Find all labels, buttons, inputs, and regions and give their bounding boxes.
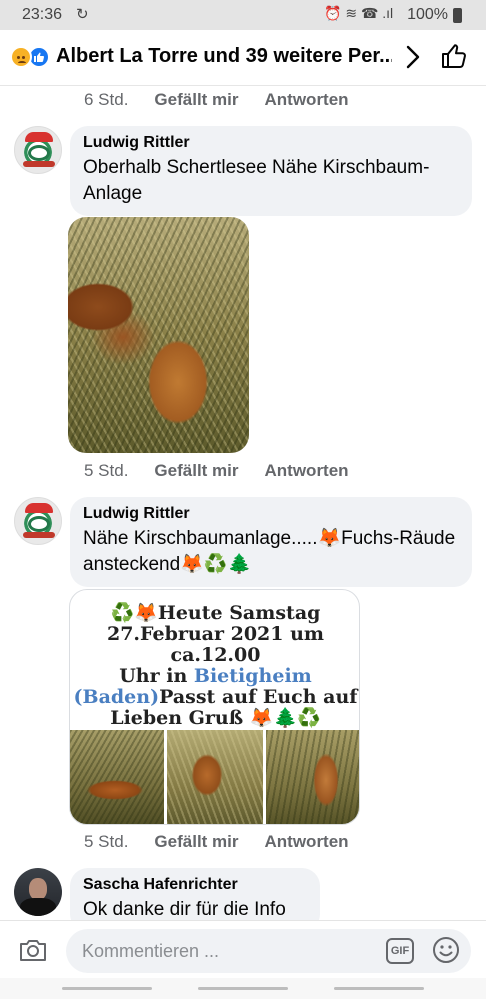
reply-comment-button[interactable]: Antworten (265, 90, 349, 110)
reply-comment-button[interactable]: Antworten (265, 832, 349, 852)
like-comment-button[interactable]: Gefällt mir (154, 832, 238, 852)
comment-author[interactable]: Ludwig Rittler (83, 505, 459, 523)
reply-comment-button[interactable]: Antworten (265, 461, 349, 481)
poster-text: ♻️🦊Heute Samstag 27.Februar 2021 um ca.1… (70, 590, 359, 730)
poster-line: ♻️🦊Heute Samstag (110, 602, 321, 624)
reactions-title[interactable]: Albert La Torre und 39 weitere Per... (56, 45, 392, 68)
comment-image-card[interactable]: ♻️🦊Heute Samstag 27.Februar 2021 um ca.1… (69, 589, 360, 825)
comment-author[interactable]: Ludwig Rittler (83, 134, 459, 152)
status-time: 23:36 (22, 6, 63, 23)
status-icons: ⏰ ≋ ☎ .ıl (324, 5, 394, 21)
comment-composer: Kommentieren ... GIF (0, 920, 486, 978)
poster-city: Bietigheim (193, 665, 312, 687)
like-comment-button[interactable]: Gefällt mir (154, 90, 238, 110)
fox-photo (167, 730, 266, 824)
comment-actions: 6 Std. Gefällt mir Antworten (84, 90, 375, 110)
comment-bubble[interactable]: Ludwig Rittler Oberhalb Schertlesee Nähe… (70, 126, 472, 216)
like-comment-button[interactable]: Gefällt mir (154, 461, 238, 481)
comment-text: Nähe Kirschbaumanlage.....🦊Fuchs-Räude a… (83, 528, 456, 575)
comment-input[interactable]: Kommentieren ... GIF (66, 929, 471, 973)
comment-time: 5 Std. (84, 832, 129, 851)
status-bar: 23:36 ↻ ⏰ ≋ ☎ .ıl 100% (0, 0, 486, 30)
avatar[interactable] (14, 497, 62, 545)
fox-photo (266, 730, 359, 824)
comment-text: Ok danke dir für die Info (83, 899, 286, 920)
camera-icon[interactable] (18, 937, 48, 968)
avatar[interactable] (14, 126, 62, 174)
poster-city: (Baden) (73, 686, 160, 708)
fox-photo (70, 730, 167, 824)
poster-line: Passt auf Euch auf (159, 686, 358, 708)
sync-icon: ↻ (76, 6, 89, 23)
avatar[interactable] (14, 868, 62, 916)
poster-line: 27.Februar 2021 um ca.12.00 (106, 623, 325, 666)
chevron-right-icon[interactable] (402, 44, 424, 75)
comment-actions: 5 Std. Gefällt mir Antworten (84, 832, 375, 852)
nav-recents-handle[interactable] (62, 987, 152, 990)
nav-home-handle[interactable] (198, 987, 288, 990)
comment-text: Oberhalb Schertlesee Nähe Kirschbaum-Anl… (83, 157, 430, 204)
comment-bubble[interactable]: Ludwig Rittler Nähe Kirschbaumanlage....… (70, 497, 472, 587)
reactions-header[interactable]: Albert La Torre und 39 weitere Per... (0, 30, 486, 86)
poster-line: Lieben Gruß 🦊🌲♻️ (110, 707, 321, 729)
battery-icon (453, 8, 462, 23)
comment-actions: 5 Std. Gefällt mir Antworten (84, 461, 375, 481)
sad-reaction-icon (10, 46, 32, 68)
poster-line: Uhr in (119, 665, 194, 687)
comment-time: 6 Std. (84, 90, 129, 109)
system-nav-bar (0, 978, 486, 999)
comment-photo[interactable] (68, 217, 249, 453)
battery-level: 100% (407, 6, 448, 23)
comment-input-placeholder: Kommentieren ... (82, 941, 220, 961)
comment-time: 5 Std. (84, 461, 129, 480)
photo-strip (70, 730, 359, 824)
emoji-icon[interactable] (432, 936, 460, 969)
gif-button[interactable]: GIF (386, 938, 414, 964)
comment-bubble[interactable]: Sascha Hafenrichter Ok danke dir für die… (70, 868, 320, 920)
comment-author[interactable]: Sascha Hafenrichter (83, 876, 307, 894)
like-button-icon[interactable] (440, 42, 468, 75)
comment-thread[interactable]: 6 Std. Gefällt mir Antworten Ludwig Ritt… (0, 86, 486, 920)
nav-back-handle[interactable] (334, 987, 424, 990)
